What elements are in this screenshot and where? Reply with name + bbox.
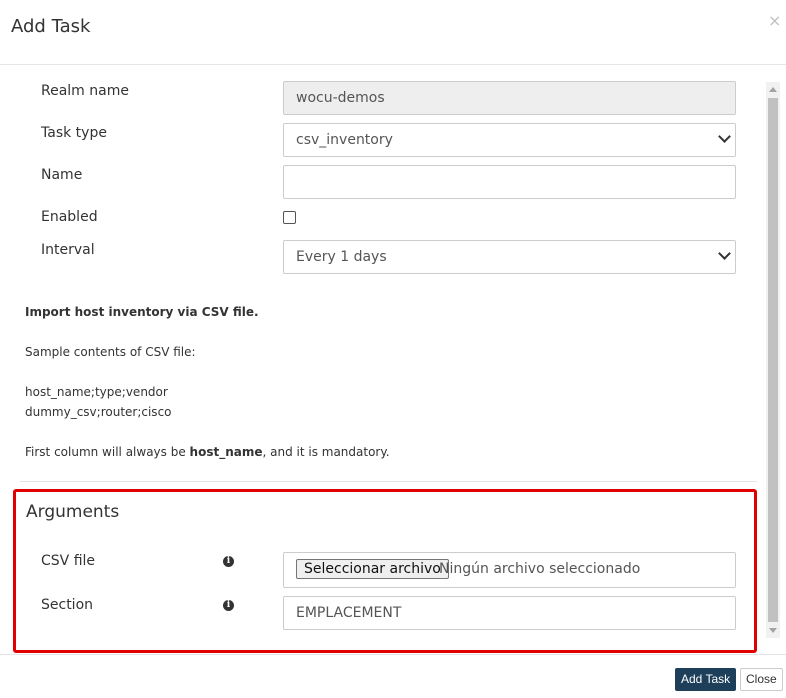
choose-file-button[interactable]: Seleccionar archivo	[296, 559, 449, 579]
realm-name-input: wocu-demos	[283, 81, 736, 115]
chevron-down-icon	[718, 130, 731, 143]
task-type-label: Task type	[41, 125, 107, 141]
arguments-title: Arguments	[26, 502, 120, 522]
dialog-title: Add Task	[11, 16, 91, 37]
description-sample-line2: dummy_csv;router;cisco	[25, 405, 172, 419]
description-note: First column will always be host_name, a…	[25, 445, 390, 459]
note-prefix: First column will always be	[25, 445, 190, 459]
close-button[interactable]: Close	[740, 668, 783, 691]
section-divider	[20, 481, 757, 482]
name-label: Name	[41, 167, 83, 183]
description-sample-intro: Sample contents of CSV file:	[25, 345, 196, 359]
dialog-body: Realm name wocu-demos Task type csv_inve…	[0, 66, 786, 654]
task-type-select[interactable]: csv_inventory	[283, 123, 736, 157]
csv-file-label: CSV file	[41, 553, 96, 569]
chevron-down-icon	[718, 247, 731, 260]
realm-name-value: wocu-demos	[296, 90, 385, 106]
name-input[interactable]	[283, 165, 736, 199]
description-sample-line1: host_name;type;vendor	[25, 385, 168, 399]
add-task-button[interactable]: Add Task	[675, 668, 737, 691]
scroll-thumb[interactable]	[768, 98, 778, 622]
interval-label: Interval	[41, 242, 95, 258]
section-input[interactable]: EMPLACEMENT	[283, 596, 736, 630]
close-icon[interactable]: ×	[768, 13, 781, 29]
info-icon[interactable]: i	[223, 556, 234, 567]
info-icon[interactable]: i	[223, 600, 234, 611]
enabled-checkbox[interactable]	[283, 211, 296, 224]
scroll-down-icon[interactable]	[769, 628, 777, 633]
section-label: Section	[41, 597, 94, 613]
dialog-footer: Add Task Close	[0, 654, 786, 698]
note-bold: host_name	[189, 445, 263, 459]
note-suffix: , and it is mandatory.	[262, 445, 390, 459]
realm-name-label: Realm name	[41, 83, 129, 99]
interval-value: Every 1 days	[296, 249, 387, 265]
task-type-value: csv_inventory	[296, 132, 393, 148]
enabled-label: Enabled	[41, 209, 98, 225]
section-value: EMPLACEMENT	[296, 605, 402, 621]
dialog-header: Add Task ×	[0, 0, 786, 65]
scroll-up-icon[interactable]	[769, 87, 777, 92]
interval-select[interactable]: Every 1 days	[283, 240, 736, 274]
description-heading: Import host inventory via CSV file.	[25, 305, 259, 319]
scrollbar[interactable]	[766, 82, 780, 638]
csv-file-input[interactable]: Seleccionar archivo Ningún archivo selec…	[283, 552, 736, 588]
no-file-selected-text: Ningún archivo seleccionado	[439, 561, 641, 577]
